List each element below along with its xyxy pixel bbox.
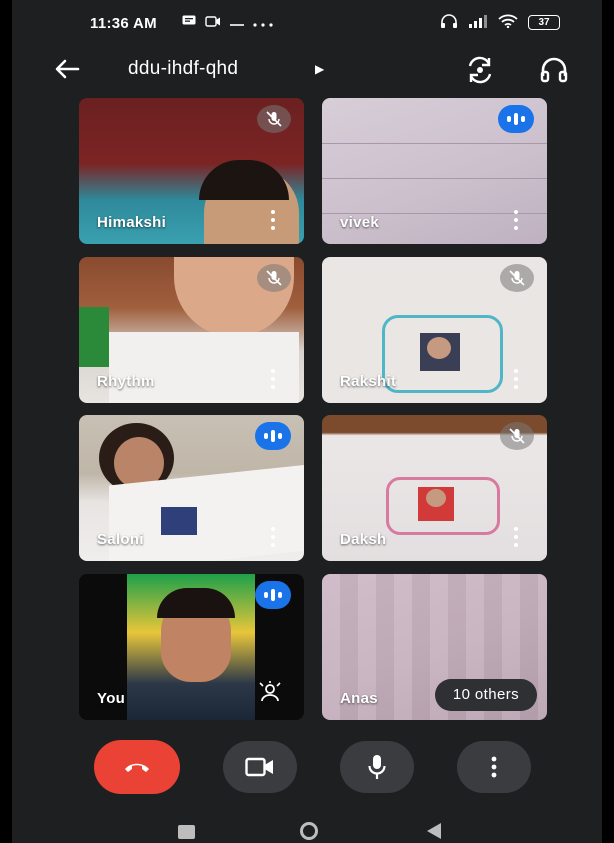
home-button[interactable] [300, 822, 318, 840]
participant-name: vivek [340, 214, 380, 231]
mic-off-icon [500, 264, 534, 292]
participant-name: Daksh [340, 531, 387, 548]
phone-screen: 11:36 AM 37 ddu-ihdf-qhd ▶ Himakshi vive… [12, 0, 602, 843]
more-options-button[interactable] [457, 741, 531, 793]
background-effects-icon[interactable] [258, 681, 282, 708]
status-time: 11:36 AM [90, 15, 157, 32]
hang-up-icon [125, 763, 149, 772]
participant-tile[interactable]: Saloni [79, 415, 304, 561]
status-right-icons: 37 [440, 14, 560, 31]
participant-tile[interactable]: Rhythm [79, 257, 304, 403]
participant-name: You [97, 690, 126, 707]
dash-icon [230, 14, 244, 30]
battery-icon: 37 [528, 15, 560, 30]
end-call-button[interactable] [94, 740, 180, 794]
wifi-icon [498, 14, 518, 31]
participant-name: Himakshi [97, 214, 167, 231]
more-options-icon[interactable] [270, 527, 276, 547]
more-notifications-icon [253, 14, 273, 30]
mic-off-icon [257, 105, 291, 133]
switch-camera-icon [468, 56, 492, 84]
more-options-icon[interactable] [513, 210, 519, 230]
message-icon [182, 14, 196, 30]
system-navigation-bar [12, 820, 602, 843]
meeting-info-caret-icon[interactable]: ▶ [315, 62, 324, 76]
speaking-indicator-icon [498, 105, 534, 133]
participant-name: Rhythm [97, 373, 155, 390]
participant-tile[interactable]: Rakshit [322, 257, 547, 403]
headphones-icon [540, 57, 568, 83]
mic-off-icon [500, 422, 534, 450]
participant-tile[interactable]: Daksh [322, 415, 547, 561]
participant-name: Saloni [97, 531, 144, 548]
more-options-icon[interactable] [270, 210, 276, 230]
signal-icon [468, 14, 488, 31]
camera-toggle-button[interactable] [223, 741, 297, 793]
others-button[interactable]: 10 others [434, 679, 537, 711]
participant-name: Anas [340, 690, 378, 707]
back-arrow-icon [55, 59, 80, 79]
headset-status-icon [440, 14, 458, 31]
microphone-icon [368, 755, 386, 779]
more-options-icon[interactable] [513, 369, 519, 389]
back-nav-button[interactable] [427, 823, 441, 839]
participant-tile[interactable]: You [79, 574, 304, 720]
audio-output-button[interactable] [538, 54, 570, 86]
meeting-code[interactable]: ddu-ihdf-qhd [128, 58, 238, 80]
participant-tile[interactable]: Anas 10 others [322, 574, 547, 720]
participant-name: Rakshit [340, 373, 397, 390]
speaking-indicator-icon [255, 581, 291, 609]
participant-tile[interactable]: Himakshi [79, 98, 304, 244]
video-camera-icon [245, 757, 273, 777]
recent-apps-button[interactable] [178, 825, 195, 839]
meeting-header: ddu-ihdf-qhd ▶ [12, 50, 602, 90]
status-left-icons [182, 14, 273, 30]
switch-camera-button[interactable] [464, 54, 496, 86]
back-button[interactable] [52, 54, 82, 84]
microphone-toggle-button[interactable] [340, 741, 414, 793]
vertical-dots-icon [491, 756, 497, 778]
more-options-icon[interactable] [270, 369, 276, 389]
participant-tile[interactable]: vivek [322, 98, 547, 244]
mic-off-icon [257, 264, 291, 292]
speaking-indicator-icon [255, 422, 291, 450]
status-bar: 11:36 AM 37 [12, 0, 602, 50]
more-options-icon[interactable] [513, 527, 519, 547]
video-notif-icon [205, 14, 221, 30]
